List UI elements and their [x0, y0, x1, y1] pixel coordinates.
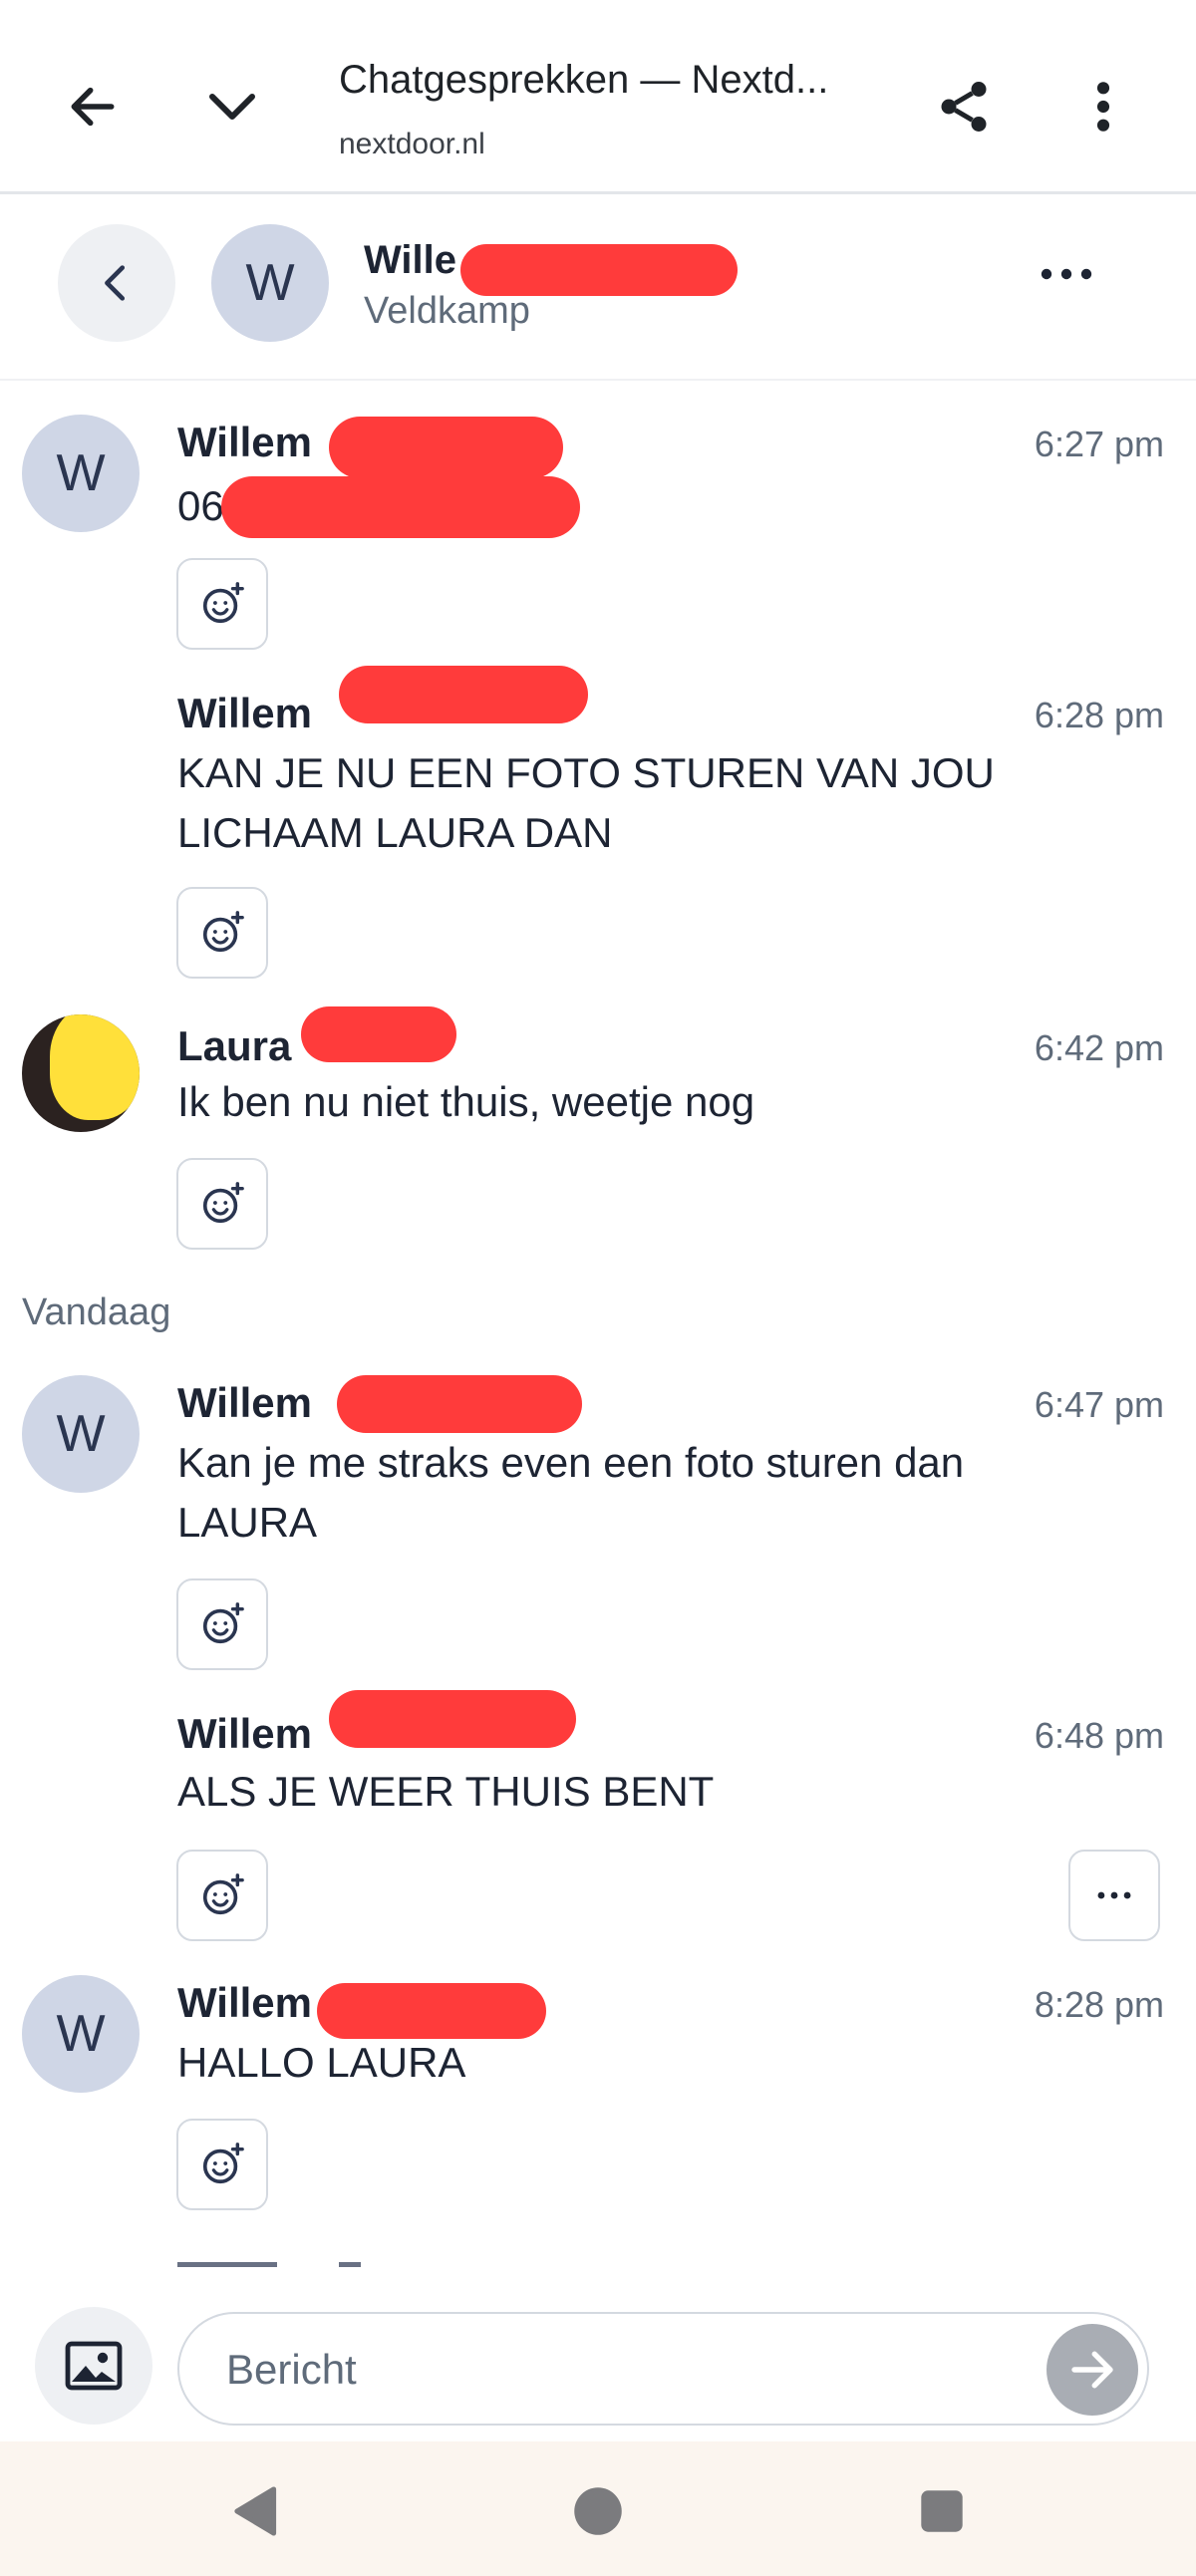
sender-name: Willem: [177, 419, 312, 465]
add-reaction-icon: [202, 1873, 244, 1915]
sender-avatar[interactable]: W: [22, 415, 140, 532]
conversation-options-button[interactable]: [1027, 234, 1106, 314]
conversation-back-button[interactable]: [58, 224, 175, 342]
sender-avatar[interactable]: W: [22, 1375, 140, 1493]
attach-image-button[interactable]: [35, 2307, 152, 2425]
add-reaction-button[interactable]: [176, 1850, 268, 1941]
redaction-mark: [221, 476, 580, 538]
add-reaction-button[interactable]: [176, 1578, 268, 1670]
overflow-menu-button[interactable]: [1058, 62, 1148, 151]
message-time: 6:28 pm: [1034, 695, 1164, 735]
system-navigation-bar: [0, 2441, 1196, 2576]
add-reaction-button[interactable]: [176, 887, 268, 979]
share-button[interactable]: [919, 62, 1009, 151]
sender-name: Willem: [177, 1379, 312, 1426]
sender-name: Laura: [177, 1022, 292, 1069]
sender-name: Willem: [177, 1710, 312, 1757]
nav-home-icon: [574, 2487, 622, 2535]
message-text: HALLO LAURA: [177, 2039, 466, 2086]
more-vertical-icon: [1096, 82, 1110, 132]
redaction-mark: [329, 417, 563, 478]
chevron-left-icon: [105, 265, 126, 301]
add-reaction-icon: [202, 1602, 244, 1644]
more-horizontal-icon: [1041, 268, 1092, 280]
redaction-mark: [317, 1983, 546, 2039]
nav-home-button[interactable]: [553, 2471, 643, 2551]
redaction-mark: [339, 666, 588, 723]
add-reaction-icon: [202, 582, 244, 624]
day-separator: Vandaag: [22, 1291, 171, 1333]
nav-recents-button[interactable]: [897, 2471, 987, 2551]
back-arrow-icon: [71, 87, 115, 127]
add-reaction-button[interactable]: [176, 1158, 268, 1250]
redaction-mark: [329, 1690, 576, 1748]
message-text: KAN JE NU EEN FOTO STUREN VAN JOU LICHAA…: [177, 749, 995, 856]
redaction-mark: [301, 1006, 456, 1062]
message-input-wrapper: [177, 2312, 1149, 2426]
nav-back-button[interactable]: [209, 2471, 299, 2551]
message-time: 8:28 pm: [1034, 1984, 1164, 2025]
message-options-button[interactable]: [1068, 1850, 1160, 1941]
next-message-peek: [177, 2254, 407, 2268]
browser-toolbar: Chatgesprekken — Nextd... nextdoor.nl: [0, 0, 1196, 194]
sender-avatar[interactable]: W: [22, 1975, 140, 2093]
message-time: 6:42 pm: [1034, 1027, 1164, 1068]
nav-back-icon: [234, 2486, 277, 2536]
image-icon: [65, 2341, 123, 2391]
share-icon: [941, 82, 987, 132]
message-text: ALS JE WEER THUIS BENT: [177, 1768, 715, 1815]
redaction-mark: [50, 1014, 140, 1120]
add-reaction-button[interactable]: [176, 558, 268, 650]
add-reaction-icon: [202, 911, 244, 953]
contact-name: Wille: [364, 238, 456, 282]
message-text: Kan je me straks even een foto sturen da…: [177, 1439, 965, 1546]
chevron-down-icon: [209, 94, 255, 120]
redaction-mark: [337, 1375, 582, 1433]
add-reaction-icon: [202, 1182, 244, 1224]
send-button[interactable]: [1046, 2324, 1138, 2416]
nav-recents-icon: [921, 2490, 963, 2532]
back-arrow-button[interactable]: [48, 62, 138, 151]
message-text: Ik ben nu niet thuis, weetje nog: [177, 1078, 755, 1125]
page-title: Chatgesprekken — Nextd...: [339, 58, 829, 102]
message-time: 6:48 pm: [1034, 1715, 1164, 1756]
contact-avatar[interactable]: W: [211, 224, 329, 342]
contact-subtitle: Veldkamp: [364, 290, 530, 332]
redaction-mark: [460, 244, 738, 296]
page-url: nextdoor.nl: [339, 128, 485, 160]
arrow-right-icon: [1071, 2351, 1113, 2389]
add-reaction-icon: [202, 2143, 244, 2184]
message-time: 6:27 pm: [1034, 424, 1164, 464]
sender-name: Willem: [177, 690, 312, 736]
message-input[interactable]: [224, 2334, 1006, 2406]
sender-name: Willem: [177, 1979, 312, 2026]
message-composer: [0, 2282, 1196, 2441]
chat-header: W Wille Veldkamp: [0, 194, 1196, 381]
add-reaction-button[interactable]: [176, 2119, 268, 2210]
minimize-button[interactable]: [187, 62, 277, 151]
sender-avatar-photo[interactable]: [22, 1014, 140, 1132]
message-time: 6:47 pm: [1034, 1384, 1164, 1425]
more-horizontal-icon: [1097, 1891, 1131, 1899]
